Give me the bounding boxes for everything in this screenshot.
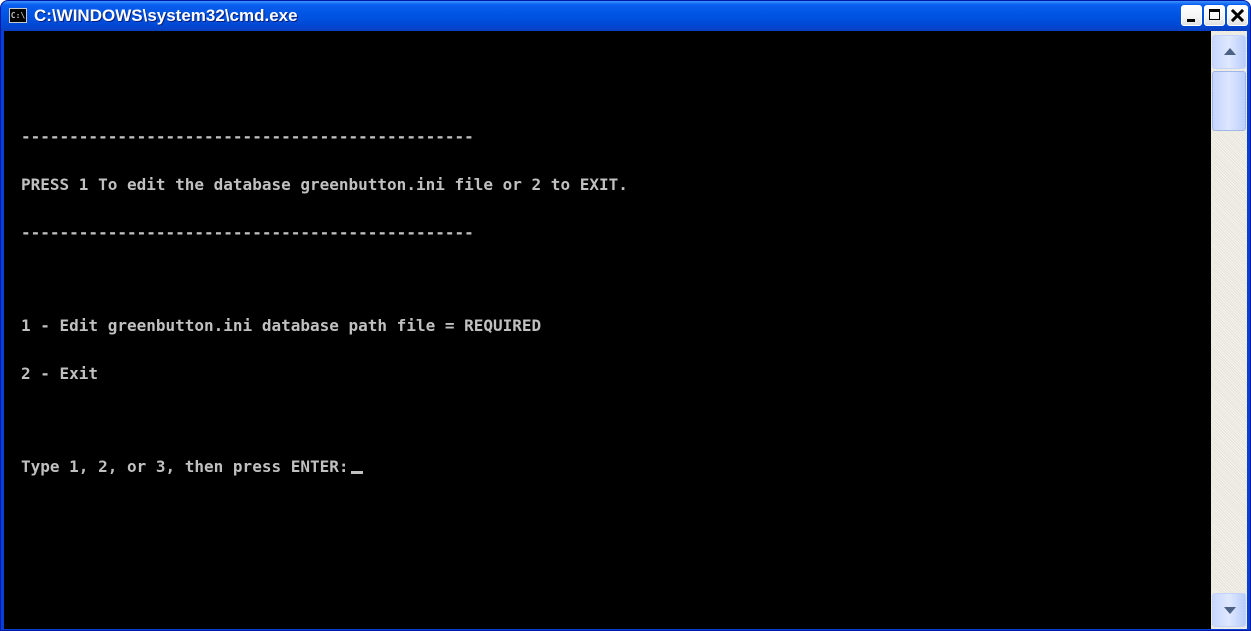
- scroll-up-button[interactable]: [1212, 35, 1246, 69]
- input-prompt: Type 1, 2, or 3, then press ENTER:: [21, 457, 349, 476]
- close-button[interactable]: [1227, 5, 1248, 26]
- scroll-down-button[interactable]: [1212, 593, 1246, 627]
- menu-header: PRESS 1 To edit the database greenbutton…: [21, 175, 628, 194]
- vertical-scrollbar[interactable]: [1211, 31, 1247, 629]
- menu-option-edit: 1 - Edit greenbutton.ini database path f…: [21, 316, 542, 335]
- minimize-icon: [1187, 19, 1195, 22]
- cmd-window: C:\ C:\WINDOWS\system32\cmd.exe --------…: [0, 0, 1251, 631]
- title-bar[interactable]: C:\ C:\WINDOWS\system32\cmd.exe: [1, 1, 1250, 31]
- input-prompt-line[interactable]: Type 1, 2, or 3, then press ENTER:: [21, 459, 628, 475]
- console-output[interactable]: ----------------------------------------…: [4, 31, 1211, 629]
- scroll-down-arrow-icon: [1224, 607, 1236, 614]
- console-text-block: ----------------------------------------…: [21, 97, 628, 507]
- menu-option-exit: 2 - Exit: [21, 364, 99, 383]
- separator-line: ----------------------------------------…: [21, 223, 474, 242]
- text-cursor: [350, 471, 363, 474]
- window-title: C:\WINDOWS\system32\cmd.exe: [34, 6, 298, 25]
- maximize-button[interactable]: [1204, 5, 1225, 26]
- close-icon: [1230, 8, 1245, 23]
- scroll-up-arrow-icon: [1224, 48, 1236, 55]
- scrollbar-thumb[interactable]: [1212, 71, 1246, 131]
- command-prompt-icon[interactable]: C:\: [9, 8, 27, 23]
- maximize-icon: [1209, 9, 1220, 20]
- minimize-button[interactable]: [1181, 5, 1202, 26]
- separator-line: ----------------------------------------…: [21, 127, 474, 146]
